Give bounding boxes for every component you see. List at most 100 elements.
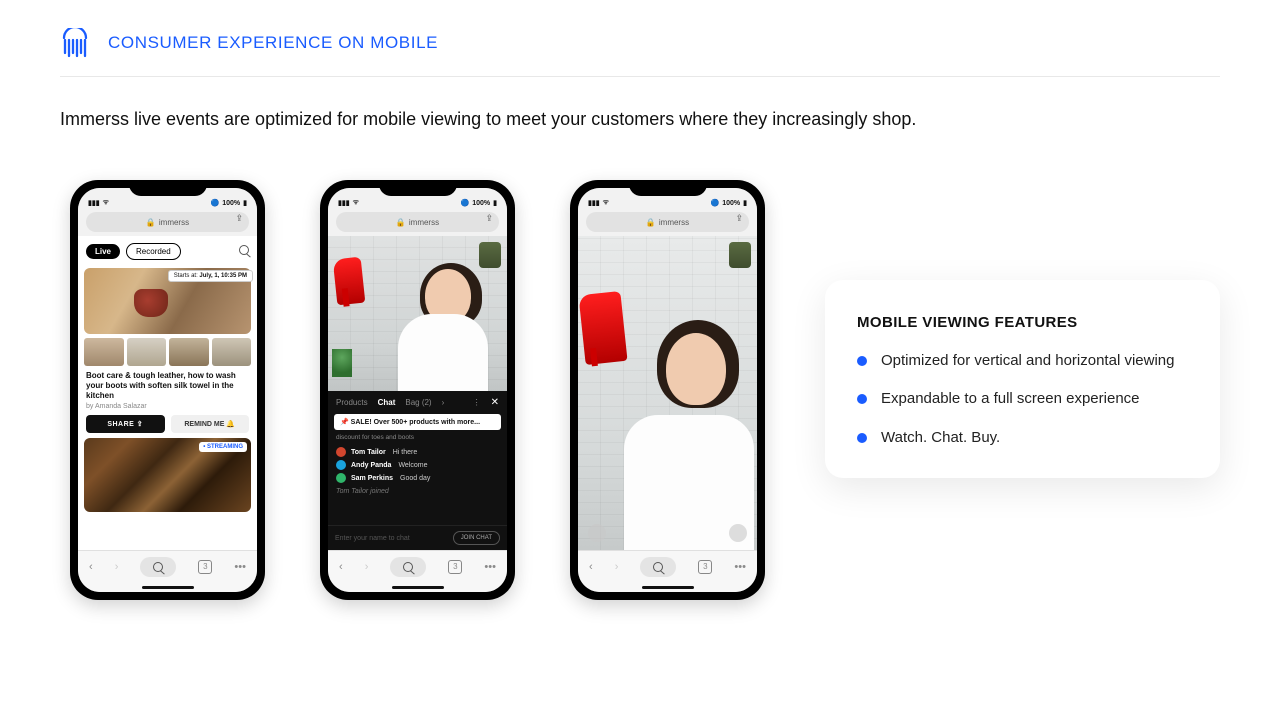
- back-icon[interactable]: ‹: [339, 561, 343, 573]
- tabs-button[interactable]: 3: [698, 560, 712, 574]
- tab-products[interactable]: Products: [336, 398, 368, 407]
- tab-live[interactable]: Live: [86, 244, 120, 259]
- feature-text: Optimized for vertical and horizontal vi…: [881, 351, 1174, 371]
- tabs-button[interactable]: 3: [448, 560, 462, 574]
- chat-username: Andy Panda: [351, 462, 391, 469]
- sale-pinned-message[interactable]: 📌 SALE! Over 500+ products with more...: [334, 414, 501, 430]
- forward-icon[interactable]: ›: [365, 561, 369, 573]
- back-icon[interactable]: ‹: [589, 561, 593, 573]
- home-indicator: [578, 582, 757, 592]
- wifi-icon: ᯤ: [103, 198, 109, 207]
- header: CONSUMER EXPERIENCE ON MOBILE: [0, 0, 1280, 76]
- presenter: [602, 297, 757, 550]
- chat-username: Tom Tailor: [351, 449, 386, 456]
- share-icon[interactable]: ⇪: [235, 213, 243, 224]
- remind-me-button[interactable]: REMIND ME 🔔: [171, 415, 250, 433]
- red-heel-product: [333, 256, 366, 305]
- page-title: CONSUMER EXPERIENCE ON MOBILE: [108, 33, 438, 53]
- forward-icon[interactable]: ›: [115, 561, 119, 573]
- feature-item: Expandable to a full screen experience: [857, 389, 1188, 409]
- signal-icon: ▮▮▮: [88, 199, 100, 207]
- home-indicator: [328, 582, 507, 592]
- url-bar[interactable]: 🔒 immerss ⇪: [86, 212, 249, 232]
- features-list: Optimized for vertical and horizontal vi…: [857, 351, 1188, 448]
- red-heel-product: [578, 291, 627, 365]
- streaming-badge: • STREAMING: [199, 442, 247, 452]
- presenter: [375, 254, 507, 391]
- browser-bottom-nav: ‹ › 3 •••: [578, 550, 757, 582]
- search-button[interactable]: [390, 557, 426, 577]
- chat-line: Andy Panda Welcome: [336, 460, 499, 470]
- bag-icon[interactable]: [588, 524, 606, 542]
- intro-text: Immerss live events are optimized for mo…: [0, 77, 1280, 130]
- url-bar[interactable]: 🔒 immerss ⇪: [586, 212, 749, 232]
- fullscreen-live-video[interactable]: [578, 236, 757, 550]
- product-thumbnails[interactable]: [84, 338, 251, 366]
- live-video[interactable]: [328, 236, 507, 391]
- starts-at-badge: Starts at: July, 1, 10:35 PM: [168, 270, 253, 282]
- join-chat-button[interactable]: JOIN CHAT: [453, 531, 500, 545]
- chevron-right-icon[interactable]: ›: [442, 398, 445, 407]
- avatar: [336, 473, 346, 483]
- tab-recorded[interactable]: Recorded: [126, 243, 181, 260]
- share-icon[interactable]: ⇪: [485, 213, 493, 224]
- lock-icon: 🔒: [146, 218, 156, 227]
- more-icon[interactable]: •••: [734, 561, 746, 573]
- event-author: by Amanda Salazar: [86, 403, 249, 410]
- search-icon[interactable]: [239, 242, 249, 260]
- plant-decor: [332, 349, 352, 377]
- sale-subline: discount for toes and boots: [336, 434, 499, 441]
- features-title: MOBILE VIEWING FEATURES: [857, 314, 1188, 331]
- phone-2: ▮▮▮ᯤ 🔵100%▮ 🔒 immerss ⇪: [320, 180, 515, 600]
- lock-icon: 🔒: [646, 218, 656, 227]
- features-card: MOBILE VIEWING FEATURES Optimized for ve…: [825, 280, 1220, 478]
- phone-3: ▮▮▮ᯤ 🔵100%▮ 🔒 immerss ⇪: [570, 180, 765, 600]
- feature-text: Watch. Chat. Buy.: [881, 428, 1000, 448]
- notch: [129, 180, 207, 196]
- search-button[interactable]: [640, 557, 676, 577]
- chat-panel: Products Chat Bag (2) › ⋮ ✕ 📌 SALE! Over…: [328, 391, 507, 550]
- chat-line: Sam Perkins Good day: [336, 473, 499, 483]
- close-icon[interactable]: ✕: [491, 397, 499, 408]
- more-icon[interactable]: •••: [234, 561, 246, 573]
- feature-item: Optimized for vertical and horizontal vi…: [857, 351, 1188, 371]
- tab-chat[interactable]: Chat: [378, 398, 396, 407]
- chat-text: Good day: [400, 475, 430, 482]
- browser-bottom-nav: ‹ › 3 •••: [78, 550, 257, 582]
- back-icon[interactable]: ‹: [89, 561, 93, 573]
- tab-bag[interactable]: Bag (2): [405, 398, 431, 407]
- product-thumb-jacket[interactable]: [729, 242, 751, 268]
- event-title: Boot care & tough leather, how to wash y…: [86, 371, 249, 401]
- product-thumb-jacket[interactable]: [479, 242, 501, 268]
- streaming-event-card[interactable]: • STREAMING: [84, 438, 251, 512]
- search-button[interactable]: [140, 557, 176, 577]
- chat-input[interactable]: Enter your name to chat: [335, 535, 410, 542]
- chat-username: Sam Perkins: [351, 475, 393, 482]
- phone-1: ▮▮▮ᯤ 🔵100%▮ 🔒 immerss ⇪ Live Recorded: [70, 180, 265, 600]
- more-vertical-icon[interactable]: ⋮: [473, 398, 481, 407]
- chat-text: Welcome: [398, 462, 427, 469]
- browser-bottom-nav: ‹ › 3 •••: [328, 550, 507, 582]
- chat-joined-notice: Tom Tailor joined: [336, 488, 499, 495]
- tabs-button[interactable]: 3: [198, 560, 212, 574]
- feature-text: Expandable to a full screen experience: [881, 389, 1140, 409]
- more-icon[interactable]: •••: [484, 561, 496, 573]
- share-icon[interactable]: ⇪: [735, 213, 743, 224]
- url-bar[interactable]: 🔒 immerss ⇪: [336, 212, 499, 232]
- main: ▮▮▮ᯤ 🔵100%▮ 🔒 immerss ⇪ Live Recorded: [0, 130, 1280, 600]
- battery-label: 100%: [222, 200, 240, 207]
- chat-bubble-icon[interactable]: [729, 524, 747, 542]
- share-button[interactable]: SHARE ⇪: [86, 415, 165, 433]
- lock-icon: 🔒: [396, 218, 406, 227]
- feature-item: Watch. Chat. Buy.: [857, 428, 1188, 448]
- url-domain: immerss: [159, 218, 189, 227]
- bullet-icon: [857, 433, 867, 443]
- forward-icon[interactable]: ›: [615, 561, 619, 573]
- brand-logo-icon: [60, 28, 90, 58]
- avatar: [336, 447, 346, 457]
- phone-mockups: ▮▮▮ᯤ 🔵100%▮ 🔒 immerss ⇪ Live Recorded: [70, 180, 765, 600]
- notch: [629, 180, 707, 196]
- battery-icon: ▮: [243, 199, 247, 207]
- chat-text: Hi there: [393, 449, 418, 456]
- chat-line: Tom Tailor Hi there: [336, 447, 499, 457]
